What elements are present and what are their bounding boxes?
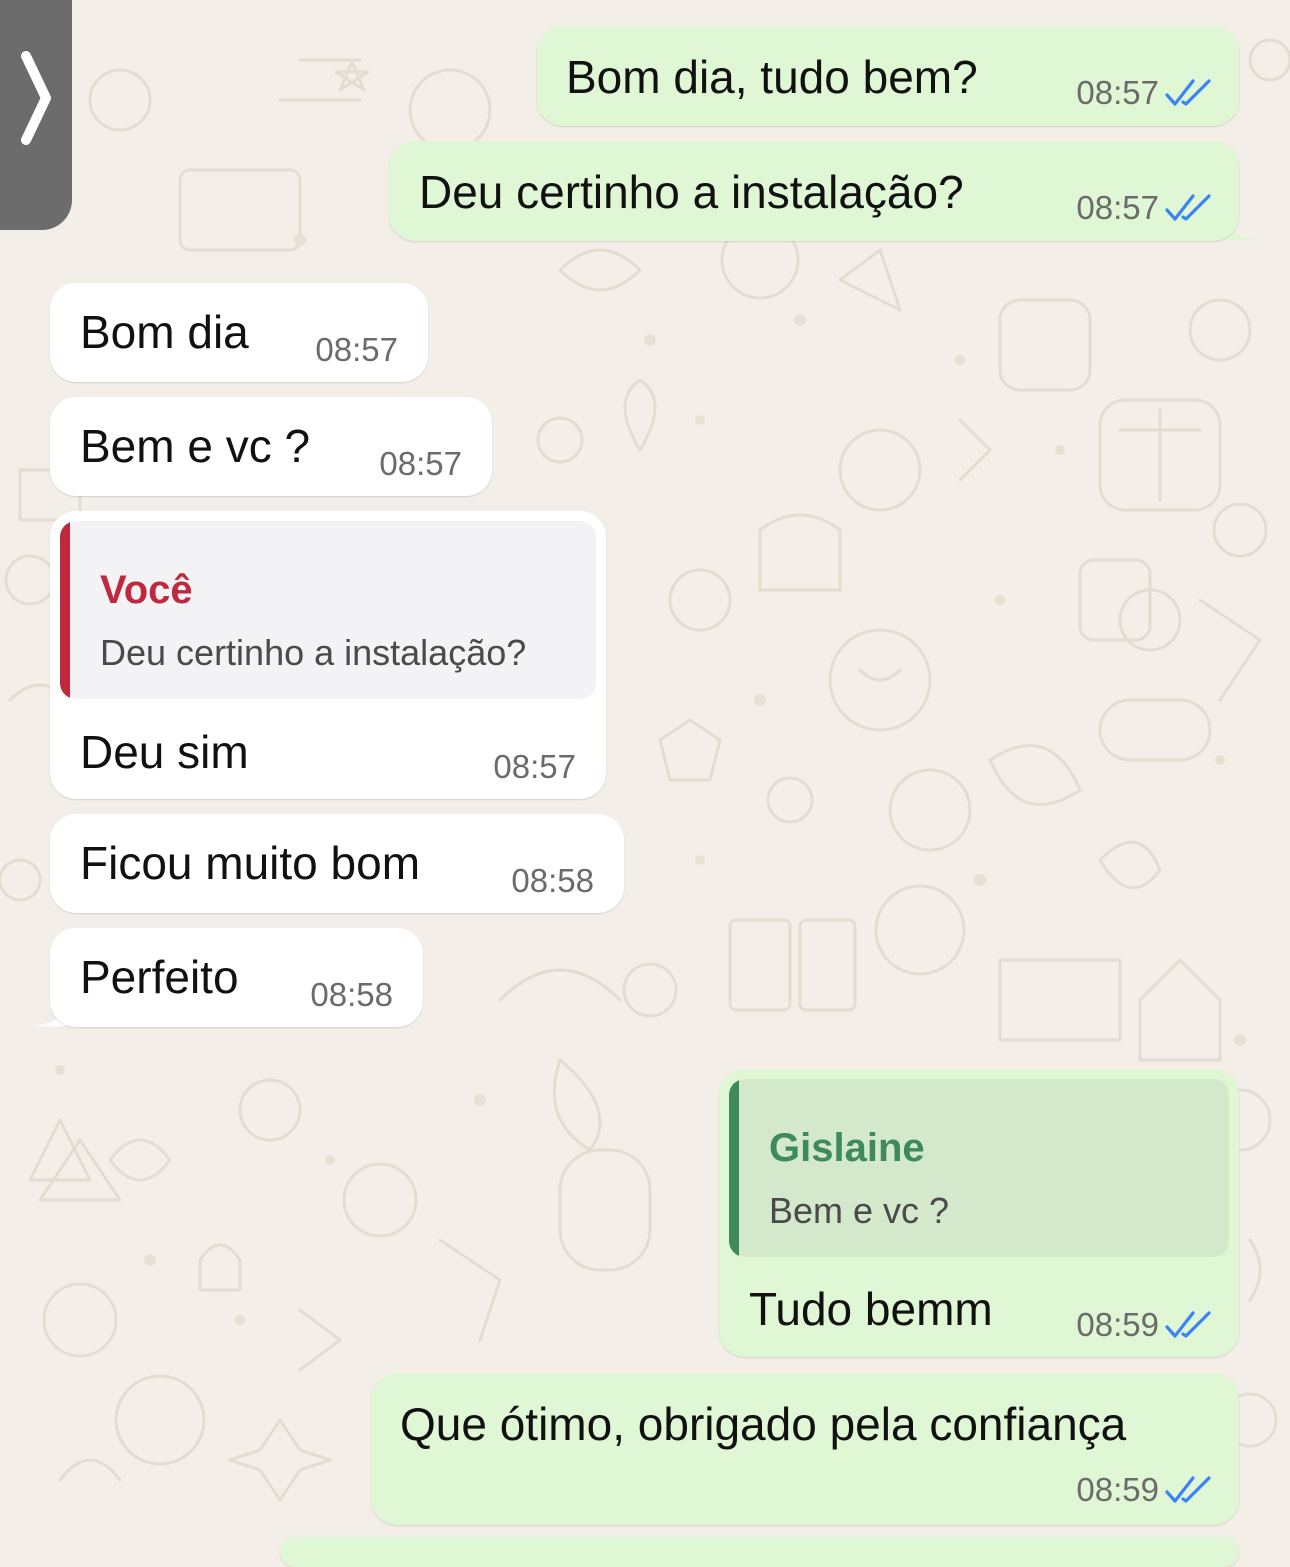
message-time: 08:59 [1076, 1471, 1159, 1508]
reply-quote-author: Você [100, 568, 193, 612]
message-text: Ficou muito bom [80, 837, 421, 889]
reply-quote[interactable]: Gislaine Bem e vc ? [729, 1079, 1229, 1257]
message-text: Deu sim [80, 726, 249, 778]
message-time: 08:59 [1076, 1306, 1159, 1343]
message-meta: 08:59 [1076, 1473, 1211, 1506]
message-time: 08:57 [1076, 189, 1159, 226]
read-receipt-icon [1165, 193, 1211, 223]
reply-quote-text: Deu certinho a instalação? [100, 632, 527, 673]
message-meta: 08:57 [379, 447, 462, 480]
message-time: 08:57 [493, 748, 576, 785]
message-time: 08:57 [1076, 74, 1159, 111]
message-meta: 08:58 [511, 864, 594, 897]
message-bubble-outgoing[interactable]: Que ótimo, obrigado pela confiança 08:59 [371, 1373, 1239, 1525]
chevron-right-icon [18, 48, 54, 153]
message-bubble-incoming[interactable]: Bom dia 08:57 [50, 283, 428, 382]
message-time: 08:58 [310, 976, 393, 1013]
back-tab-button[interactable] [0, 0, 72, 230]
message-meta: 08:57 [1076, 191, 1211, 224]
reply-quote-bar [60, 521, 70, 699]
reply-quote-bar [729, 1079, 739, 1257]
message-bubble-outgoing[interactable]: Deu certinho a instalação? 08:57 [389, 141, 1239, 241]
message-time: 08:58 [511, 862, 594, 899]
message-meta: 08:57 [1076, 76, 1211, 109]
message-bubble-incoming[interactable]: Ficou muito bom 08:58 [50, 814, 624, 913]
message-bubble-incoming[interactable]: Você Deu certinho a instalação? Deu sim … [50, 511, 606, 799]
message-text: Tudo bemm [749, 1283, 993, 1335]
message-bubble-incoming[interactable]: Bem e vc ? 08:57 [50, 397, 492, 496]
message-text: Bom dia, tudo bem? [566, 51, 978, 103]
message-list[interactable]: Bom dia, tudo bem? 08:57 Deu certinho a … [0, 0, 1290, 1567]
message-time: 08:57 [315, 331, 398, 368]
message-meta: 08:58 [310, 978, 393, 1011]
message-text: Que ótimo, obrigado pela confiança [400, 1398, 1127, 1450]
message-bubble-outgoing[interactable]: Bom dia, tudo bem? 08:57 [537, 26, 1239, 126]
read-receipt-icon [1165, 1310, 1211, 1340]
message-meta: 08:59 [1076, 1308, 1211, 1341]
message-time: 08:57 [379, 445, 462, 482]
reply-quote-author: Gislaine [769, 1126, 925, 1170]
message-bubble-outgoing[interactable]: Gislaine Bem e vc ? Tudo bemm 08:59 [719, 1069, 1239, 1357]
reply-quote[interactable]: Você Deu certinho a instalação? [60, 521, 596, 699]
message-text: Perfeito [80, 951, 239, 1003]
message-text: Bem e vc ? [80, 420, 311, 472]
message-meta: 08:57 [493, 750, 576, 783]
read-receipt-icon [1165, 1475, 1211, 1505]
message-meta: 08:57 [315, 333, 398, 366]
reply-quote-text: Bem e vc ? [769, 1190, 950, 1231]
message-text: Deu certinho a instalação? [419, 166, 964, 218]
message-bubble-outgoing-partial[interactable] [280, 1537, 1239, 1567]
message-bubble-incoming[interactable]: Perfeito 08:58 [50, 928, 423, 1027]
message-text: Bom dia [80, 306, 249, 358]
read-receipt-icon [1165, 78, 1211, 108]
